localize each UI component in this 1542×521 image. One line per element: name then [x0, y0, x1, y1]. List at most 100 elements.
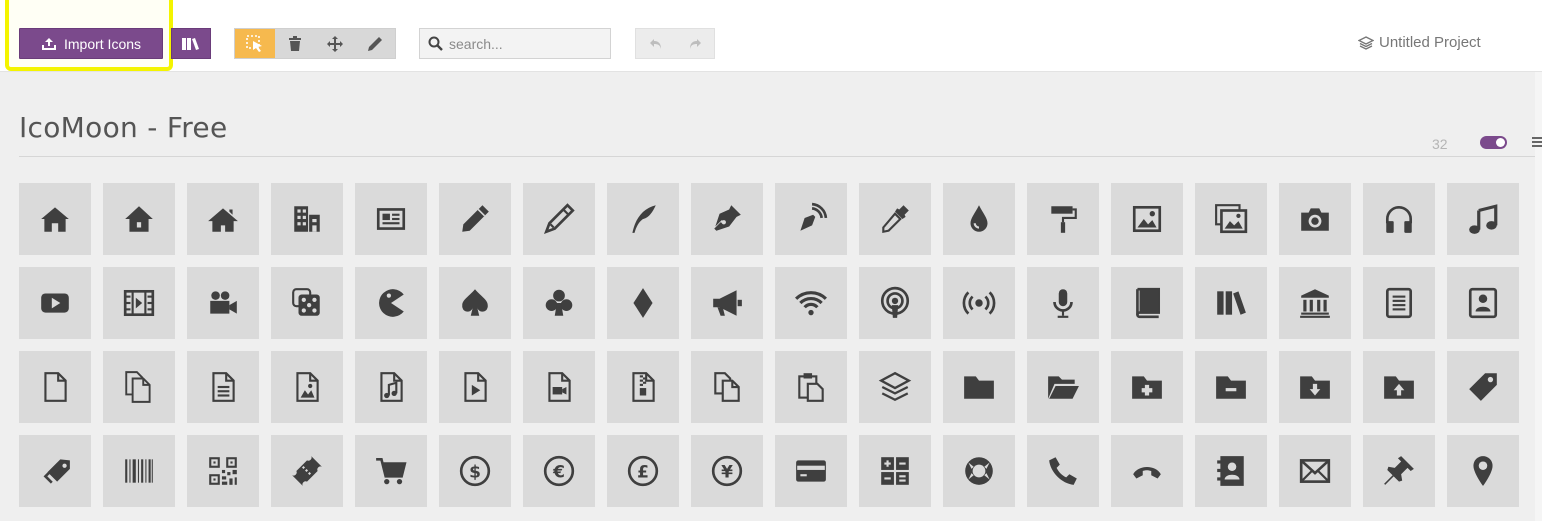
icon-tile[interactable]	[859, 267, 931, 339]
move-tool-button[interactable]	[315, 29, 355, 58]
icon-tile[interactable]	[1111, 267, 1183, 339]
icon-tile[interactable]	[691, 183, 763, 255]
icon-tile[interactable]	[187, 435, 259, 507]
icon-tile[interactable]	[607, 267, 679, 339]
icon-tile[interactable]	[523, 267, 595, 339]
icon-tile[interactable]	[19, 267, 91, 339]
icon-tile[interactable]	[1111, 183, 1183, 255]
icon-tile[interactable]	[859, 183, 931, 255]
icon-tile[interactable]	[607, 351, 679, 423]
icon-tile[interactable]	[1279, 183, 1351, 255]
icon-tile[interactable]	[1447, 267, 1519, 339]
icon-tile[interactable]	[1279, 267, 1351, 339]
icon-tile[interactable]	[523, 351, 595, 423]
icon-tile[interactable]	[1447, 351, 1519, 423]
icon-tile[interactable]	[1111, 435, 1183, 507]
icon-tile[interactable]	[103, 267, 175, 339]
toggle-knob	[1496, 138, 1505, 147]
icon-tile[interactable]	[1195, 183, 1267, 255]
icon-tile[interactable]	[19, 351, 91, 423]
icon-tile[interactable]	[103, 183, 175, 255]
icon-tile[interactable]	[1279, 435, 1351, 507]
headphones-icon	[1385, 206, 1413, 233]
folder-minus-icon	[1216, 376, 1246, 399]
book-icon	[1136, 287, 1161, 319]
icon-tile[interactable]	[1447, 183, 1519, 255]
project-selector[interactable]: Untitled Project	[1358, 34, 1481, 51]
icon-tile[interactable]	[1363, 183, 1435, 255]
search-box[interactable]	[419, 28, 611, 59]
svg-text:$: $	[469, 462, 481, 482]
icon-tile[interactable]: $	[439, 435, 511, 507]
icon-tile[interactable]	[1447, 435, 1519, 507]
stack-icon	[1358, 35, 1374, 50]
icon-tile[interactable]	[1027, 351, 1099, 423]
icon-tile[interactable]	[355, 351, 427, 423]
redo-button[interactable]	[675, 29, 714, 58]
icon-tile[interactable]	[1279, 351, 1351, 423]
icon-tile[interactable]	[523, 183, 595, 255]
icon-tile[interactable]	[19, 435, 91, 507]
icon-tile[interactable]	[1027, 183, 1099, 255]
icon-tile[interactable]	[775, 351, 847, 423]
import-icons-button[interactable]: Import Icons	[19, 28, 163, 59]
icon-tile[interactable]	[439, 267, 511, 339]
icon-tile[interactable]: ¥	[691, 435, 763, 507]
icon-tile[interactable]	[439, 183, 511, 255]
icon-tile[interactable]	[103, 435, 175, 507]
icon-tile[interactable]	[943, 183, 1015, 255]
icon-tile[interactable]	[355, 267, 427, 339]
icon-tile[interactable]	[103, 351, 175, 423]
icon-tile[interactable]	[19, 183, 91, 255]
icon-library-button[interactable]	[171, 28, 211, 59]
icon-tile[interactable]	[1363, 435, 1435, 507]
icon-tile[interactable]	[271, 351, 343, 423]
icon-tile[interactable]	[271, 435, 343, 507]
icon-tile[interactable]	[943, 267, 1015, 339]
icon-tile[interactable]	[775, 435, 847, 507]
ticket-icon	[292, 456, 322, 486]
icon-tile[interactable]	[775, 267, 847, 339]
credit-card-icon	[796, 460, 826, 482]
icon-tile[interactable]	[607, 183, 679, 255]
select-tool-button[interactable]	[235, 29, 275, 58]
icon-tile[interactable]	[1111, 351, 1183, 423]
icon-tile[interactable]: €	[523, 435, 595, 507]
icon-tile[interactable]: £	[607, 435, 679, 507]
icon-tile[interactable]	[1363, 267, 1435, 339]
icon-tile[interactable]	[271, 183, 343, 255]
file-music-icon	[380, 372, 403, 402]
icon-tile[interactable]	[775, 183, 847, 255]
search-input[interactable]	[449, 35, 599, 52]
icon-tile[interactable]	[691, 351, 763, 423]
icon-tile[interactable]	[187, 267, 259, 339]
file-zip-icon	[632, 372, 655, 402]
undo-button[interactable]	[636, 29, 675, 58]
icon-tile[interactable]	[271, 267, 343, 339]
icon-tile[interactable]	[355, 435, 427, 507]
icon-tile[interactable]	[691, 267, 763, 339]
icon-tile[interactable]	[1027, 267, 1099, 339]
svg-text:£: £	[637, 462, 649, 482]
set-toggle[interactable]	[1480, 136, 1507, 149]
icon-tile[interactable]	[859, 351, 931, 423]
icon-tile[interactable]	[187, 183, 259, 255]
icon-tile[interactable]	[187, 351, 259, 423]
icon-tile[interactable]	[1363, 351, 1435, 423]
icon-tile[interactable]	[1027, 435, 1099, 507]
delete-tool-button[interactable]	[275, 29, 315, 58]
icon-tile[interactable]	[1195, 351, 1267, 423]
hamburger-menu-icon[interactable]	[1532, 136, 1542, 148]
bin-icon	[289, 36, 301, 51]
stack-icon	[878, 371, 912, 402]
icon-tile[interactable]	[1195, 267, 1267, 339]
folder-upload-icon	[1384, 376, 1414, 399]
icon-tile[interactable]	[1195, 435, 1267, 507]
icon-tile[interactable]	[943, 435, 1015, 507]
icon-tile[interactable]	[439, 351, 511, 423]
icon-tile[interactable]	[859, 435, 931, 507]
folder-open-icon	[1048, 376, 1079, 399]
edit-tool-button[interactable]	[355, 29, 395, 58]
icon-tile[interactable]	[943, 351, 1015, 423]
icon-tile[interactable]	[355, 183, 427, 255]
